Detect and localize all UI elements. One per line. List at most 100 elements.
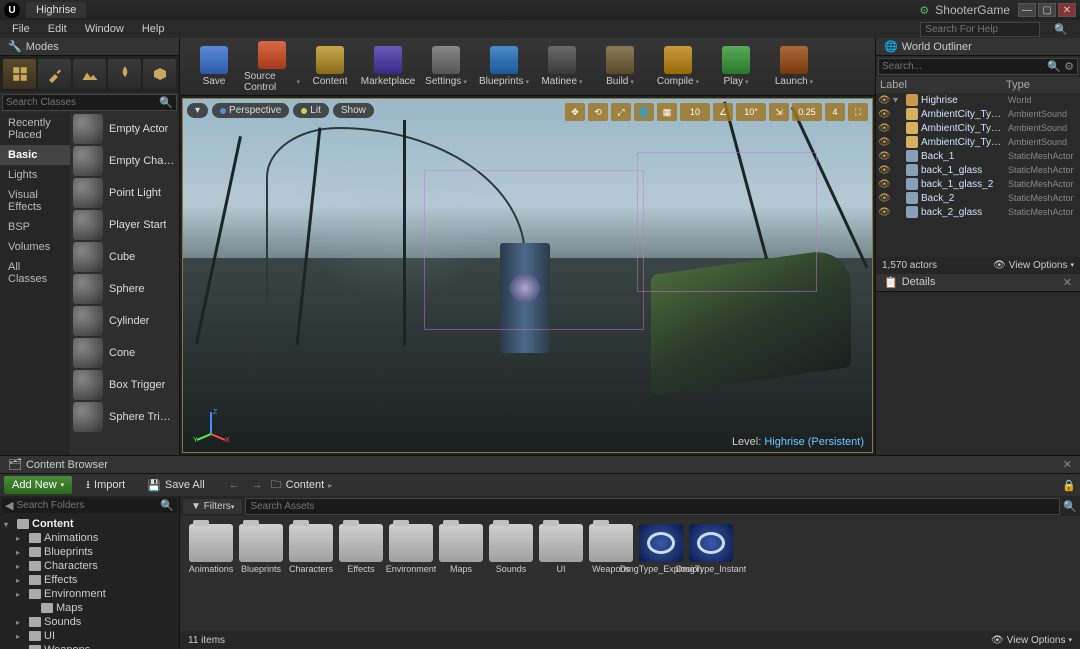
actor-sphere[interactable]: Sphere <box>70 273 179 305</box>
actor-sphere-trigger[interactable]: Sphere Trigger <box>70 401 179 433</box>
viewport-lit-button[interactable]: Lit <box>293 103 329 118</box>
visibility-eye-icon[interactable]: 👁 <box>878 179 890 190</box>
tree-ui[interactable]: ▸UI <box>2 629 177 643</box>
vp-camera-speed[interactable]: 4 <box>825 103 845 121</box>
breadcrumb[interactable]: 🗀Content▸ <box>271 476 333 495</box>
toolbar-blueprints-button[interactable]: Blueprints▾ <box>476 41 532 93</box>
vp-angle-snap[interactable]: 10° <box>736 103 766 121</box>
toolbar-matinee-button[interactable]: Matinee▾ <box>534 41 590 93</box>
visibility-eye-icon[interactable]: 👁 <box>878 95 890 106</box>
mode-geometry-button[interactable] <box>143 59 176 89</box>
mode-paint-button[interactable] <box>38 59 71 89</box>
tree-toggle-icon[interactable]: ◀ <box>5 499 13 512</box>
nav-back-button[interactable]: ← <box>225 477 244 493</box>
modes-category-basic[interactable]: Basic <box>0 145 70 165</box>
vp-angle-snap-button[interactable]: ∠ <box>713 103 733 121</box>
vp-coord-button[interactable]: 🌐 <box>634 103 654 121</box>
content-view-options[interactable]: 👁View Options▾ <box>991 635 1072 646</box>
tree-blueprints[interactable]: ▸Blueprints <box>2 545 177 559</box>
outliner-row[interactable]: 👁▾HighriseWorld <box>876 93 1080 107</box>
modes-category-volumes[interactable]: Volumes <box>0 237 70 257</box>
tree-expand-icon[interactable]: ▾ <box>893 95 903 106</box>
toolbar-settings-button[interactable]: Settings▾ <box>418 41 474 93</box>
toolbar-source-control-button[interactable]: Source Control▾ <box>244 41 300 93</box>
modes-category-recently-placed[interactable]: Recently Placed <box>0 113 70 145</box>
viewport-perspective-button[interactable]: Perspective <box>212 103 289 118</box>
add-new-button[interactable]: Add New▾ <box>4 476 72 494</box>
menu-help[interactable]: Help <box>134 21 173 37</box>
mode-foliage-button[interactable] <box>108 59 141 89</box>
modes-category-visual-effects[interactable]: Visual Effects <box>0 185 70 217</box>
content-browser-close-icon[interactable]: ✕ <box>1063 458 1072 471</box>
nav-forward-button[interactable]: → <box>248 477 267 493</box>
vp-scale-snap[interactable]: 0.25 <box>792 103 822 121</box>
tree-expand-icon[interactable]: ▸ <box>16 548 26 557</box>
tree-content[interactable]: ▾Content <box>2 517 177 531</box>
tree-expand-icon[interactable]: ▸ <box>16 618 26 627</box>
tree-expand-icon[interactable]: ▸ <box>16 646 26 649</box>
world-outliner-tab[interactable]: 🌐 World Outliner <box>876 38 1080 56</box>
actor-cone[interactable]: Cone <box>70 337 179 369</box>
actor-empty-actor[interactable]: Empty Actor <box>70 113 179 145</box>
actor-empty-character[interactable]: Empty Character <box>70 145 179 177</box>
outliner-row[interactable]: 👁AmbientCity_TypeD_Stereo_0AmbientSound <box>876 135 1080 149</box>
toolbar-content-button[interactable]: Content <box>302 41 358 93</box>
visibility-eye-icon[interactable]: 👁 <box>878 151 890 162</box>
vp-transform-scale-button[interactable]: ⤢ <box>611 103 631 121</box>
outliner-row[interactable]: 👁back_2_glassStaticMeshActor <box>876 205 1080 219</box>
outliner-row[interactable]: 👁back_1_glass_2StaticMeshActor <box>876 177 1080 191</box>
outliner-search-input[interactable] <box>882 61 1047 72</box>
content-browser-tab[interactable]: 🗂 Content Browser ✕ <box>0 456 1080 474</box>
asset-sounds[interactable]: Sounds <box>488 524 534 575</box>
vp-scale-snap-button[interactable]: ⇲ <box>769 103 789 121</box>
asset-environment[interactable]: Environment <box>388 524 434 575</box>
tree-animations[interactable]: ▸Animations <box>2 531 177 545</box>
modes-search[interactable]: 🔍 <box>2 94 177 111</box>
visibility-eye-icon[interactable]: 👁 <box>878 207 890 218</box>
vp-grid-snap[interactable]: 10 <box>680 103 710 121</box>
visibility-eye-icon[interactable]: 👁 <box>878 123 890 134</box>
close-button[interactable]: ✕ <box>1058 3 1076 17</box>
modes-search-input[interactable] <box>6 97 159 108</box>
menu-file[interactable]: File <box>4 21 38 37</box>
vp-surface-snap-button[interactable]: ▦ <box>657 103 677 121</box>
search-assets-input[interactable] <box>245 498 1060 515</box>
asset-maps[interactable]: Maps <box>438 524 484 575</box>
actor-player-start[interactable]: Player Start <box>70 209 179 241</box>
vp-transform-move-button[interactable]: ✥ <box>565 103 585 121</box>
tree-weapons[interactable]: ▸Weapons <box>2 643 177 649</box>
content-lock-icon[interactable]: 🔒 <box>1062 479 1076 492</box>
tree-environment[interactable]: ▸Environment <box>2 587 177 601</box>
outliner-view-options[interactable]: 👁View Options▾ <box>993 260 1074 271</box>
asset-dmgtype-instant[interactable]: DmgType_Instant <box>688 524 734 575</box>
vp-transform-rotate-button[interactable]: ⟲ <box>588 103 608 121</box>
visibility-eye-icon[interactable]: 👁 <box>878 137 890 148</box>
outliner-options-icon[interactable]: ⚙ <box>1064 60 1074 73</box>
menu-edit[interactable]: Edit <box>40 21 75 37</box>
actor-cylinder[interactable]: Cylinder <box>70 305 179 337</box>
asset-ui[interactable]: UI <box>538 524 584 575</box>
import-button[interactable]: ⭳Import <box>78 473 133 498</box>
outliner-row[interactable]: 👁AmbientCity_TypeC_Stereo_2AmbientSound <box>876 121 1080 135</box>
visibility-eye-icon[interactable]: 👁 <box>878 193 890 204</box>
details-tab[interactable]: 📋 Details ✕ <box>876 274 1080 292</box>
actor-point-light[interactable]: Point Light <box>70 177 179 209</box>
outliner-row[interactable]: 👁Back_2StaticMeshActor <box>876 191 1080 205</box>
outliner-search[interactable]: 🔍 ⚙ <box>878 58 1078 75</box>
actor-cube[interactable]: Cube <box>70 241 179 273</box>
modes-tab[interactable]: 🔧 Modes <box>0 38 179 56</box>
toolbar-launch-button[interactable]: Launch▾ <box>766 41 822 93</box>
tree-expand-icon[interactable]: ▸ <box>16 534 26 543</box>
asset-characters[interactable]: Characters <box>288 524 334 575</box>
search-folders-input[interactable] <box>16 500 160 511</box>
mode-place-button[interactable] <box>3 59 36 89</box>
settings-gear-icon[interactable]: ⚙ <box>919 4 929 17</box>
toolbar-build-button[interactable]: Build▾ <box>592 41 648 93</box>
minimize-button[interactable]: — <box>1018 3 1036 17</box>
tree-expand-icon[interactable]: ▸ <box>16 632 26 641</box>
toolbar-play-button[interactable]: Play▾ <box>708 41 764 93</box>
outliner-row[interactable]: 👁AmbientCity_TypeC_StereoAmbientSound <box>876 107 1080 121</box>
viewport[interactable]: ▾ Perspective Lit Show ✥ ⟲ ⤢ 🌐 ▦ 10 ∠ 10… <box>182 98 873 453</box>
search-help-input[interactable] <box>920 22 1040 37</box>
tree-maps[interactable]: Maps <box>2 601 177 615</box>
